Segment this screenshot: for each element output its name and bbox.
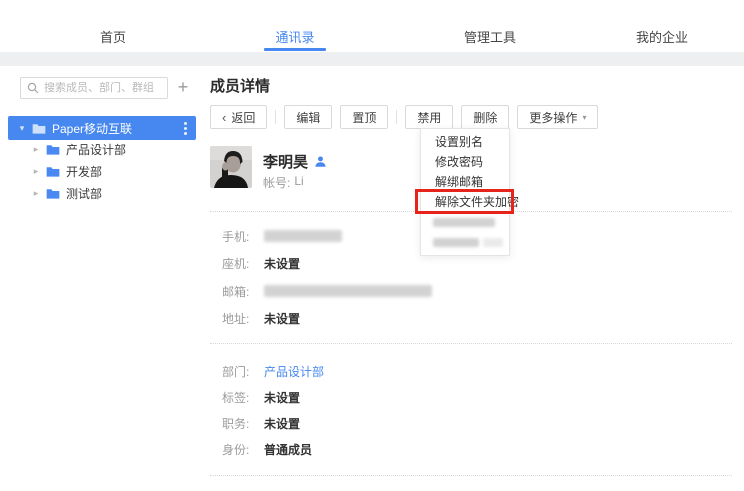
member-icon bbox=[314, 155, 327, 168]
page-title: 成员详情 bbox=[210, 75, 270, 96]
field-row-mobile: 手机: bbox=[222, 228, 342, 244]
top-nav: 首页 通讯录 管理工具 我的企业 bbox=[0, 0, 744, 52]
search-box[interactable] bbox=[20, 77, 168, 99]
pin-button[interactable]: 置顶 bbox=[340, 105, 388, 129]
header-divider-band bbox=[0, 52, 744, 66]
menu-item-redacted[interactable] bbox=[421, 232, 509, 252]
account-row: 帐号: Li bbox=[263, 174, 304, 191]
redacted-value bbox=[264, 285, 432, 297]
section-divider bbox=[210, 343, 732, 344]
tab-management-tools[interactable]: 管理工具 bbox=[464, 27, 516, 46]
sidebar-item-company-root[interactable]: ▾ Paper移动互联 bbox=[8, 116, 196, 140]
field-label: 身份: bbox=[222, 441, 258, 458]
chevron-left-icon: ‹ bbox=[222, 111, 226, 124]
back-button[interactable]: ‹ 返回 bbox=[210, 105, 267, 129]
tab-home[interactable]: 首页 bbox=[100, 27, 126, 46]
account-label: 帐号: bbox=[263, 174, 290, 191]
field-row-landline: 座机: 未设置 bbox=[222, 255, 300, 271]
folder-icon bbox=[46, 144, 60, 155]
account-value: Li bbox=[294, 174, 303, 191]
tree-item-label: 测试部 bbox=[66, 185, 102, 202]
redacted-value bbox=[264, 230, 342, 242]
field-label: 邮箱: bbox=[222, 283, 258, 300]
field-value: 未设置 bbox=[264, 310, 300, 327]
edit-button[interactable]: 编辑 bbox=[284, 105, 332, 129]
field-value: 未设置 bbox=[264, 255, 300, 272]
menu-item-change-password[interactable]: 修改密码 bbox=[421, 152, 509, 172]
field-row-address: 地址: 未设置 bbox=[222, 310, 300, 326]
menu-item-set-alias[interactable]: 设置别名 bbox=[421, 132, 509, 152]
toolbar-separator bbox=[396, 110, 397, 124]
menu-item-redacted[interactable] bbox=[421, 212, 509, 232]
delete-button[interactable]: 删除 bbox=[461, 105, 509, 129]
member-toolbar: ‹ 返回 编辑 置顶 禁用 删除 更多操作 ▾ bbox=[210, 105, 598, 129]
more-vertical-icon[interactable] bbox=[184, 122, 187, 135]
field-label: 手机: bbox=[222, 228, 258, 245]
toolbar-separator bbox=[275, 110, 276, 124]
field-value: 普通成员 bbox=[264, 441, 312, 458]
caret-right-icon[interactable]: ▸ bbox=[31, 189, 41, 198]
tree-item-label: Paper移动互联 bbox=[52, 120, 132, 137]
field-label: 标签: bbox=[222, 389, 258, 406]
disable-button[interactable]: 禁用 bbox=[405, 105, 453, 129]
department-link[interactable]: 产品设计部 bbox=[264, 363, 324, 380]
sidebar-item-dev-dept[interactable]: ▸ 开发部 bbox=[8, 160, 196, 182]
sidebar-item-test-dept[interactable]: ▸ 测试部 bbox=[8, 182, 196, 204]
field-row-position: 职务: 未设置 bbox=[222, 415, 300, 431]
tree-item-label: 开发部 bbox=[66, 163, 102, 180]
app-window: 首页 通讯录 管理工具 我的企业 + ▾ Paper移动互联 ▸ bbox=[0, 0, 744, 491]
field-row-identity: 身份: 普通成员 bbox=[222, 441, 312, 457]
chevron-down-icon: ▾ bbox=[582, 113, 586, 122]
field-value: 未设置 bbox=[264, 389, 300, 406]
field-row-email: 邮箱: bbox=[222, 283, 432, 299]
tab-my-enterprise[interactable]: 我的企业 bbox=[636, 27, 688, 46]
field-label: 职务: bbox=[222, 415, 258, 432]
avatar bbox=[210, 146, 252, 188]
sidebar-item-product-design-dept[interactable]: ▸ 产品设计部 bbox=[8, 138, 196, 160]
caret-right-icon[interactable]: ▸ bbox=[31, 145, 41, 154]
folder-icon bbox=[32, 123, 46, 134]
search-icon bbox=[27, 82, 39, 94]
more-actions-button[interactable]: 更多操作 ▾ bbox=[517, 105, 598, 129]
field-row-tags: 标签: 未设置 bbox=[222, 389, 300, 405]
active-tab-indicator bbox=[264, 48, 326, 51]
search-input[interactable] bbox=[44, 82, 161, 94]
field-label: 座机: bbox=[222, 255, 258, 272]
section-divider bbox=[210, 475, 732, 476]
folder-icon bbox=[46, 166, 60, 177]
sidebar: + ▾ Paper移动互联 ▸ 产品设计部 ▸ 开发部 ▸ bbox=[0, 66, 200, 491]
tree-item-label: 产品设计部 bbox=[66, 141, 126, 158]
caret-right-icon[interactable]: ▸ bbox=[31, 167, 41, 176]
field-row-department: 部门: 产品设计部 bbox=[222, 363, 324, 379]
field-value: 未设置 bbox=[264, 415, 300, 432]
caret-down-icon[interactable]: ▾ bbox=[17, 124, 27, 133]
folder-icon bbox=[46, 188, 60, 199]
add-department-button[interactable]: + bbox=[172, 75, 194, 99]
field-label: 地址: bbox=[222, 310, 258, 327]
highlight-box bbox=[415, 189, 514, 214]
field-label: 部门: bbox=[222, 363, 258, 380]
tab-contacts[interactable]: 通讯录 bbox=[275, 27, 314, 46]
member-name: 李明昊 bbox=[263, 151, 327, 172]
